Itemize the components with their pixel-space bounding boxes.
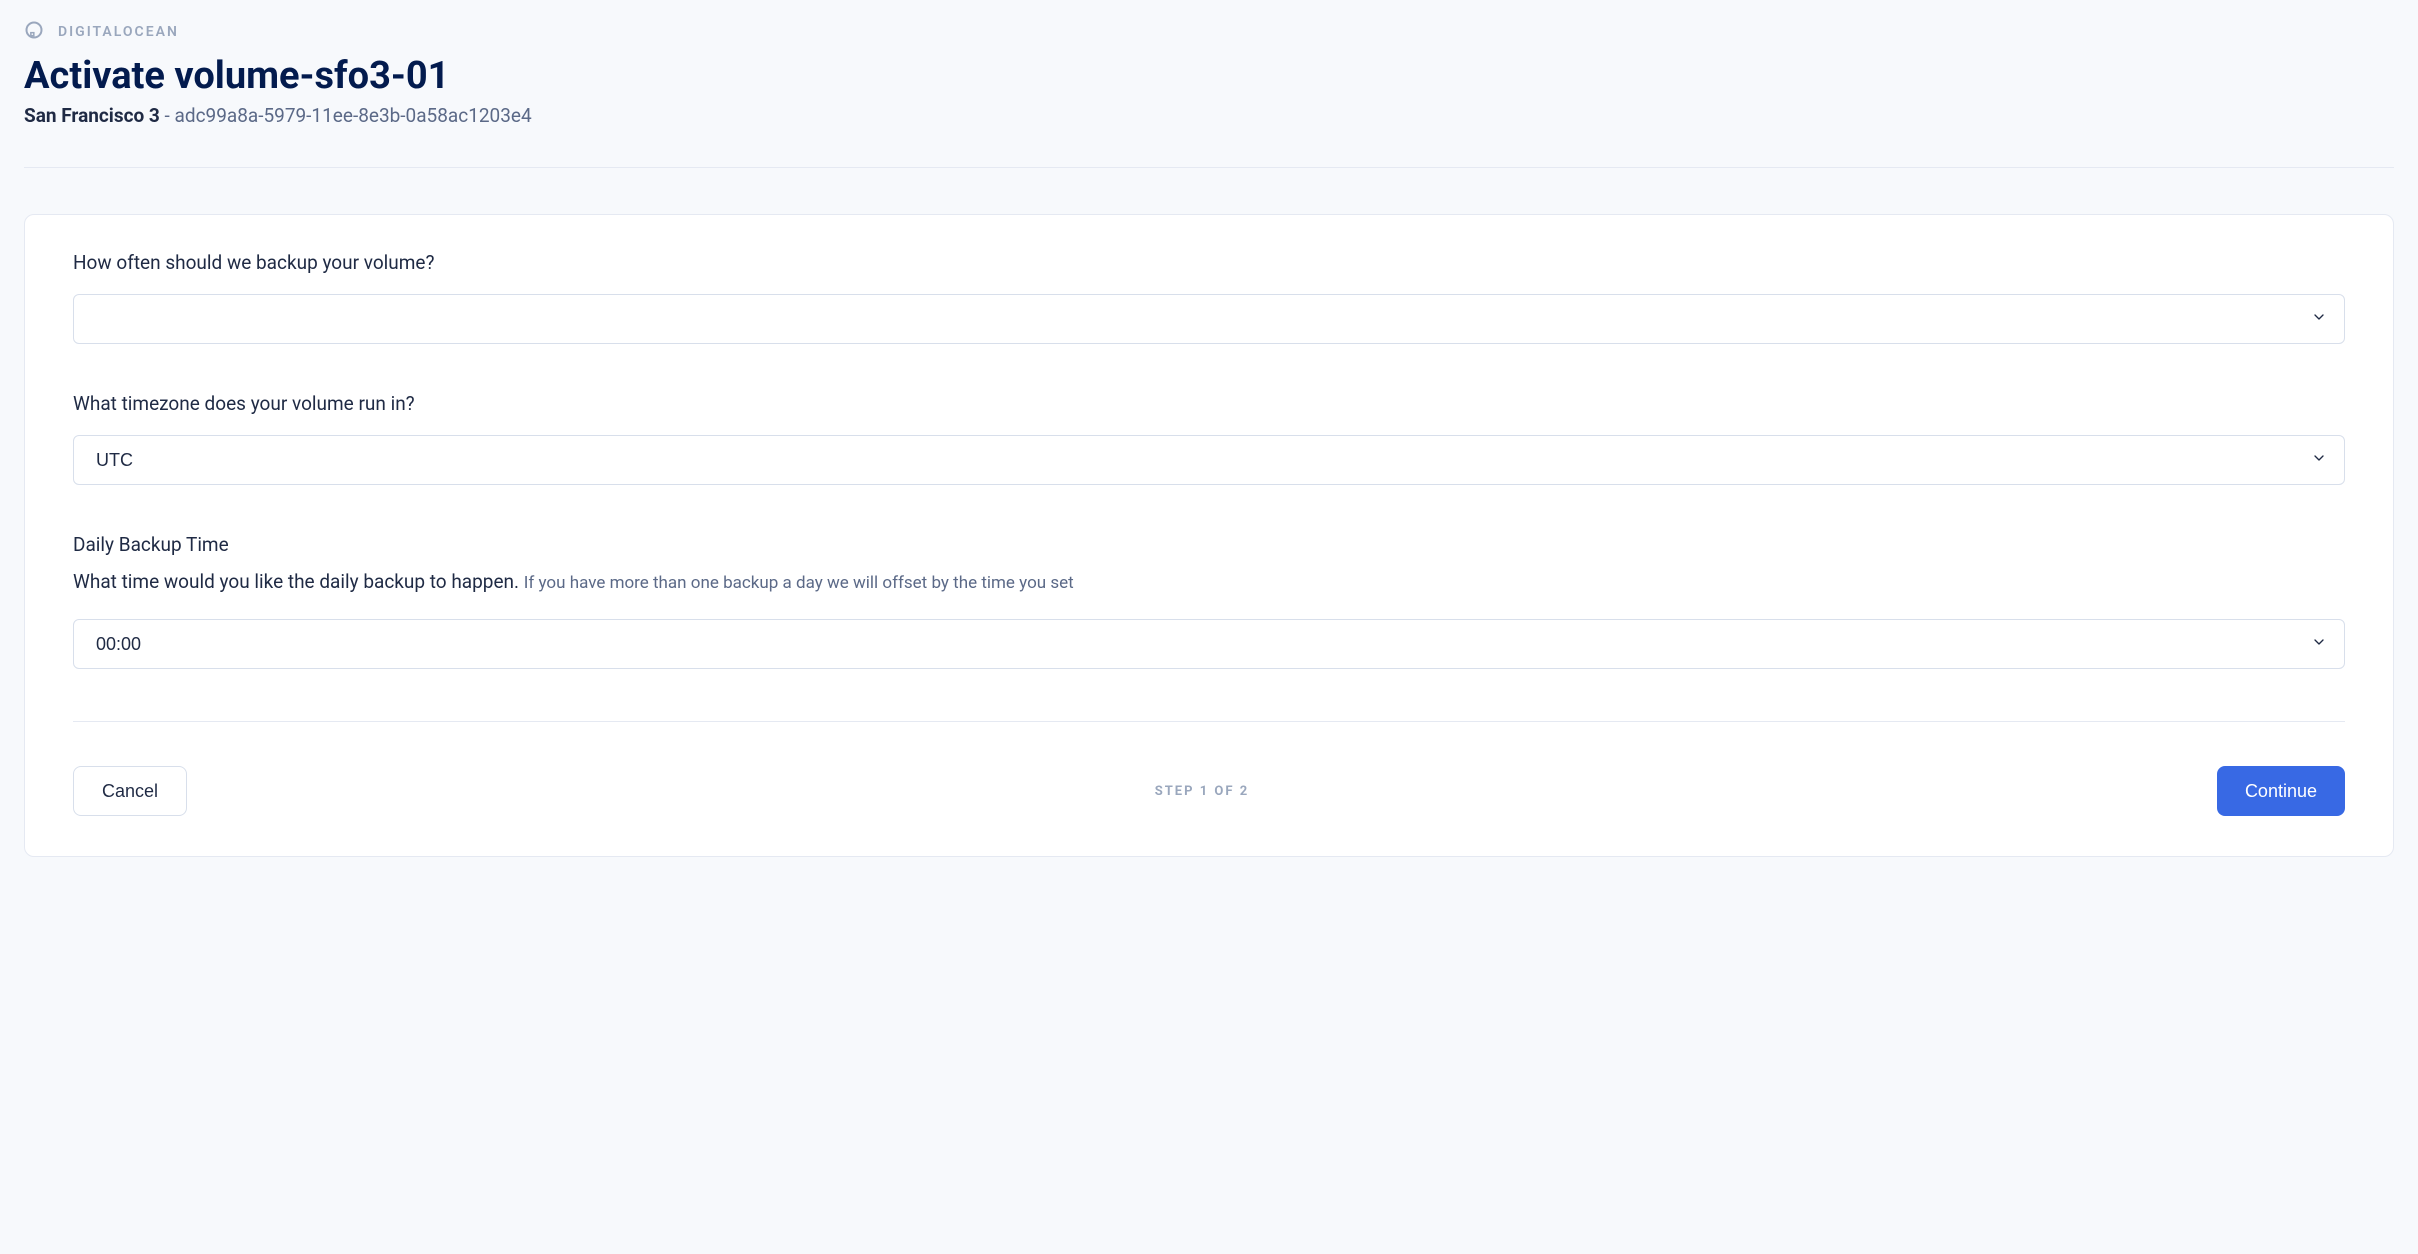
form-actions: Cancel STEP 1 OF 2 Continue	[73, 766, 2345, 816]
volume-uuid: adc99a8a-5979-11ee-8e3b-0a58ac1203e4	[175, 104, 532, 127]
page-title: Activate volume-sfo3-01	[24, 54, 2394, 98]
card-divider	[73, 721, 2345, 722]
page-subtitle: San Francisco 3 - adc99a8a-5979-11ee-8e3…	[24, 104, 2394, 127]
desc-backup-time: What time would you like the daily backu…	[73, 570, 2345, 593]
header-divider	[24, 167, 2394, 168]
label-backup-frequency: How often should we backup your volume?	[73, 251, 2345, 274]
separator: -	[160, 104, 175, 127]
select-timezone[interactable]: UTC	[73, 435, 2345, 485]
brand-row: DIGITALOCEAN	[24, 20, 2394, 44]
form-card: How often should we backup your volume? …	[24, 214, 2394, 857]
field-timezone: What timezone does your volume run in? U…	[73, 392, 2345, 485]
continue-button[interactable]: Continue	[2217, 766, 2345, 816]
label-timezone: What timezone does your volume run in?	[73, 392, 2345, 415]
desc-backup-time-hint: If you have more than one backup a day w…	[524, 573, 1074, 593]
select-backup-frequency[interactable]	[73, 294, 2345, 344]
digitalocean-logo-icon	[24, 20, 44, 44]
step-indicator: STEP 1 OF 2	[1155, 784, 1249, 799]
region-name: San Francisco 3	[24, 104, 160, 127]
select-backup-time[interactable]: 00:00	[73, 619, 2345, 669]
cancel-button[interactable]: Cancel	[73, 766, 187, 816]
field-backup-frequency: How often should we backup your volume?	[73, 251, 2345, 344]
heading-backup-time: Daily Backup Time	[73, 533, 2345, 556]
field-backup-time: Daily Backup Time What time would you li…	[73, 533, 2345, 669]
brand-name: DIGITALOCEAN	[58, 24, 179, 40]
desc-backup-time-main: What time would you like the daily backu…	[73, 570, 524, 593]
